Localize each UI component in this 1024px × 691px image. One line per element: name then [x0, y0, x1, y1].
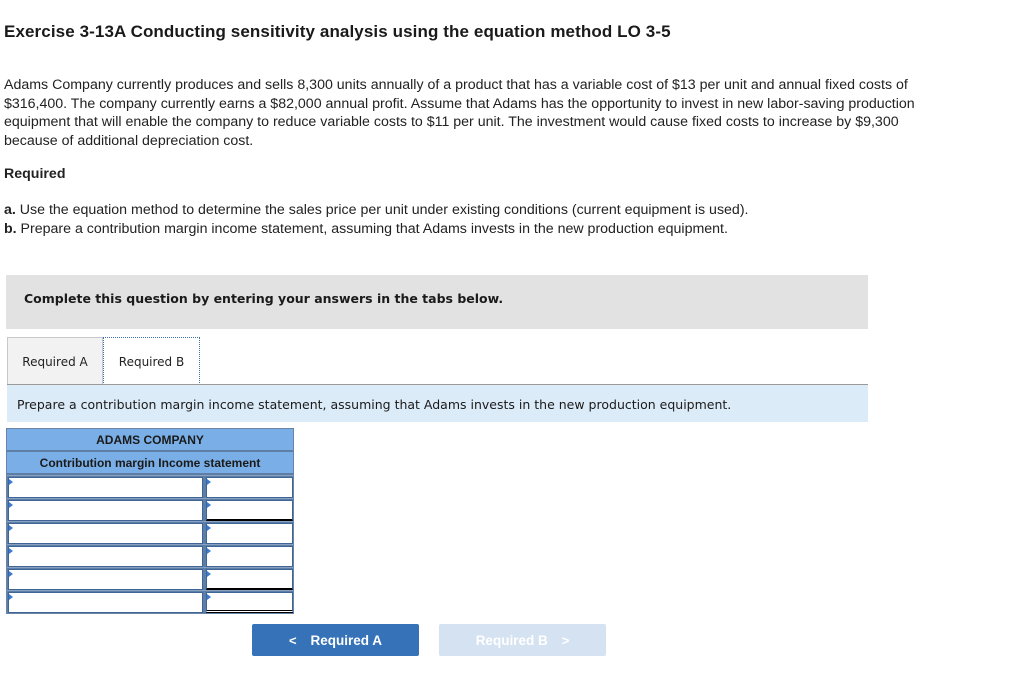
- chevron-right-icon: >: [561, 632, 570, 648]
- label-input[interactable]: [9, 501, 203, 520]
- value-input[interactable]: [207, 478, 292, 497]
- value-cell: [206, 569, 293, 590]
- table-row: [7, 521, 293, 544]
- label-input[interactable]: [9, 547, 203, 566]
- table-row: [7, 590, 293, 613]
- label-input[interactable]: [9, 524, 203, 543]
- label-cell: [8, 546, 204, 567]
- next-button-label: Required B: [475, 632, 548, 648]
- label-cell: [8, 592, 204, 613]
- value-input[interactable]: [207, 524, 292, 543]
- value-cell: [206, 523, 293, 544]
- prev-required-a-button[interactable]: < Required A: [252, 624, 419, 656]
- label-cell: [8, 500, 204, 521]
- requirement-b: b. Prepare a contribution margin income …: [4, 220, 904, 239]
- requirement-a: a. Use the equation method to determine …: [4, 201, 904, 220]
- requirement-text: Use the equation method to determine the…: [15, 202, 749, 218]
- value-input[interactable]: [207, 547, 292, 566]
- income-statement-table: ADAMS COMPANY Contribution margin Income…: [6, 428, 294, 614]
- label-input[interactable]: [9, 478, 203, 497]
- requirements-list: a. Use the equation method to determine …: [4, 201, 904, 238]
- tab-required-b[interactable]: Required B: [103, 337, 200, 385]
- label-input[interactable]: [9, 593, 203, 612]
- table-row: [7, 498, 293, 521]
- next-required-b-button[interactable]: Required B >: [439, 624, 606, 656]
- value-input[interactable]: [207, 593, 292, 611]
- problem-text: Adams Company currently produces and sel…: [4, 77, 915, 149]
- required-heading: Required: [4, 166, 66, 182]
- chevron-left-icon: <: [288, 632, 297, 648]
- label-cell: [8, 523, 204, 544]
- value-cell: [206, 500, 293, 521]
- value-cell: [206, 477, 293, 498]
- prev-button-label: Required A: [310, 632, 383, 648]
- label-cell: [8, 569, 204, 590]
- company-name-header: ADAMS COMPANY: [7, 429, 293, 452]
- table-row: [7, 475, 293, 498]
- requirement-text: Prepare a contribution margin income sta…: [16, 220, 728, 237]
- prompt-text: Prepare a contribution margin income sta…: [17, 397, 732, 412]
- label-cell: [8, 477, 204, 498]
- requirement-letter: a.: [4, 202, 16, 218]
- label-input[interactable]: [9, 570, 203, 589]
- requirement-letter: b.: [4, 220, 17, 237]
- value-input[interactable]: [207, 501, 292, 519]
- exercise-title: Exercise 3-13A Conducting sensitivity an…: [4, 22, 671, 41]
- value-input[interactable]: [207, 570, 292, 588]
- tab-required-a[interactable]: Required A: [7, 337, 103, 385]
- statement-title-header: Contribution margin Income statement: [7, 452, 293, 475]
- prompt-bar: Prepare a contribution margin income sta…: [7, 385, 868, 422]
- instruction-box: Complete this question by entering your …: [6, 275, 868, 329]
- value-cell: [206, 592, 293, 613]
- table-row: [7, 567, 293, 590]
- instruction-text: Complete this question by entering your …: [24, 291, 504, 306]
- table-row: [7, 544, 293, 567]
- value-cell: [206, 546, 293, 567]
